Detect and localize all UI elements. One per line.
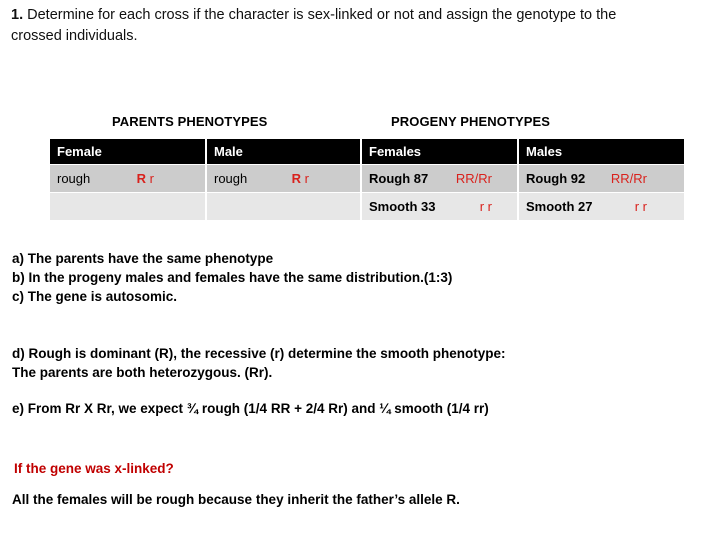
phenotype-count-label: Smooth 27 [526, 199, 593, 214]
genotype-label: RR/Rr [610, 171, 647, 186]
table-row: rough R r rough R r Rough 87 RR/Rr Rough… [50, 165, 684, 192]
allele-recessive: r [301, 171, 309, 186]
genotype-label: R r [137, 171, 200, 186]
answer-c: c) The gene is autosomic. [12, 289, 178, 304]
question-number: 1. [11, 7, 24, 23]
answer-b: b) In the progeny males and females have… [12, 270, 453, 285]
phenotype-count-label: Rough 87 [369, 171, 429, 186]
column-header-parents-male: Male [207, 139, 360, 164]
phenotype-label: rough [57, 171, 91, 186]
answer-d-line2: The parents are both heterozygous. (Rr). [12, 365, 273, 380]
cell-progeny-males-smooth: Smooth 27 r r [519, 193, 684, 220]
genotype-label: R r [292, 171, 355, 186]
cell-parents-female-empty [50, 193, 205, 220]
genotype-label: RR/Rr [455, 171, 492, 186]
question-heading: 1. Determine for each cross if the chara… [11, 5, 671, 47]
cell-progeny-females-rough: Rough 87 RR/Rr [362, 165, 517, 192]
cell-parents-male-rough: rough R r [207, 165, 360, 192]
answer-e-block: e) From Rr X Rr, we expect ¾ rough (1/4 … [12, 399, 682, 418]
allele-dominant: R [291, 171, 302, 186]
phenotype-count-label: Rough 92 [526, 171, 586, 186]
progeny-section-caption: PROGENY PHENOTYPES [391, 114, 551, 129]
cell-progeny-males-rough: Rough 92 RR/Rr [519, 165, 684, 192]
answers-abc-block: a) The parents have the same phenotype b… [12, 249, 682, 306]
answer-d-line1: d) Rough is dominant (R), the recessive … [12, 346, 506, 361]
xlinked-answer: All the females will be rough because th… [12, 492, 460, 507]
cell-progeny-females-smooth: Smooth 33 r r [362, 193, 517, 220]
parents-section-caption: PARENTS PHENOTYPES [112, 114, 268, 129]
phenotype-label: rough [214, 171, 248, 186]
cross-table: Female Male Females Males rough R r roug… [48, 138, 686, 221]
cell-parents-female-rough: rough R r [50, 165, 205, 192]
column-header-progeny-females: Females [362, 139, 517, 164]
phenotype-count-label: Smooth 33 [369, 199, 436, 214]
genotype-label: r r [479, 199, 492, 214]
allele-recessive: r [146, 171, 154, 186]
question-text: Determine for each cross if the characte… [11, 7, 617, 44]
allele-dominant: R [136, 171, 147, 186]
answer-e: e) From Rr X Rr, we expect ¾ rough (1/4 … [12, 401, 489, 416]
answer-a: a) The parents have the same phenotype [12, 251, 274, 266]
column-header-parents-female: Female [50, 139, 205, 164]
column-header-progeny-males: Males [519, 139, 684, 164]
answer-d-block: d) Rough is dominant (R), the recessive … [12, 344, 682, 382]
genotype-label: r r [634, 199, 647, 214]
table-header-row: Female Male Females Males [50, 139, 684, 164]
xlinked-question: If the gene was x-linked? [14, 461, 174, 476]
table-row: Smooth 33 r r Smooth 27 r r [50, 193, 684, 220]
cell-parents-male-empty [207, 193, 360, 220]
